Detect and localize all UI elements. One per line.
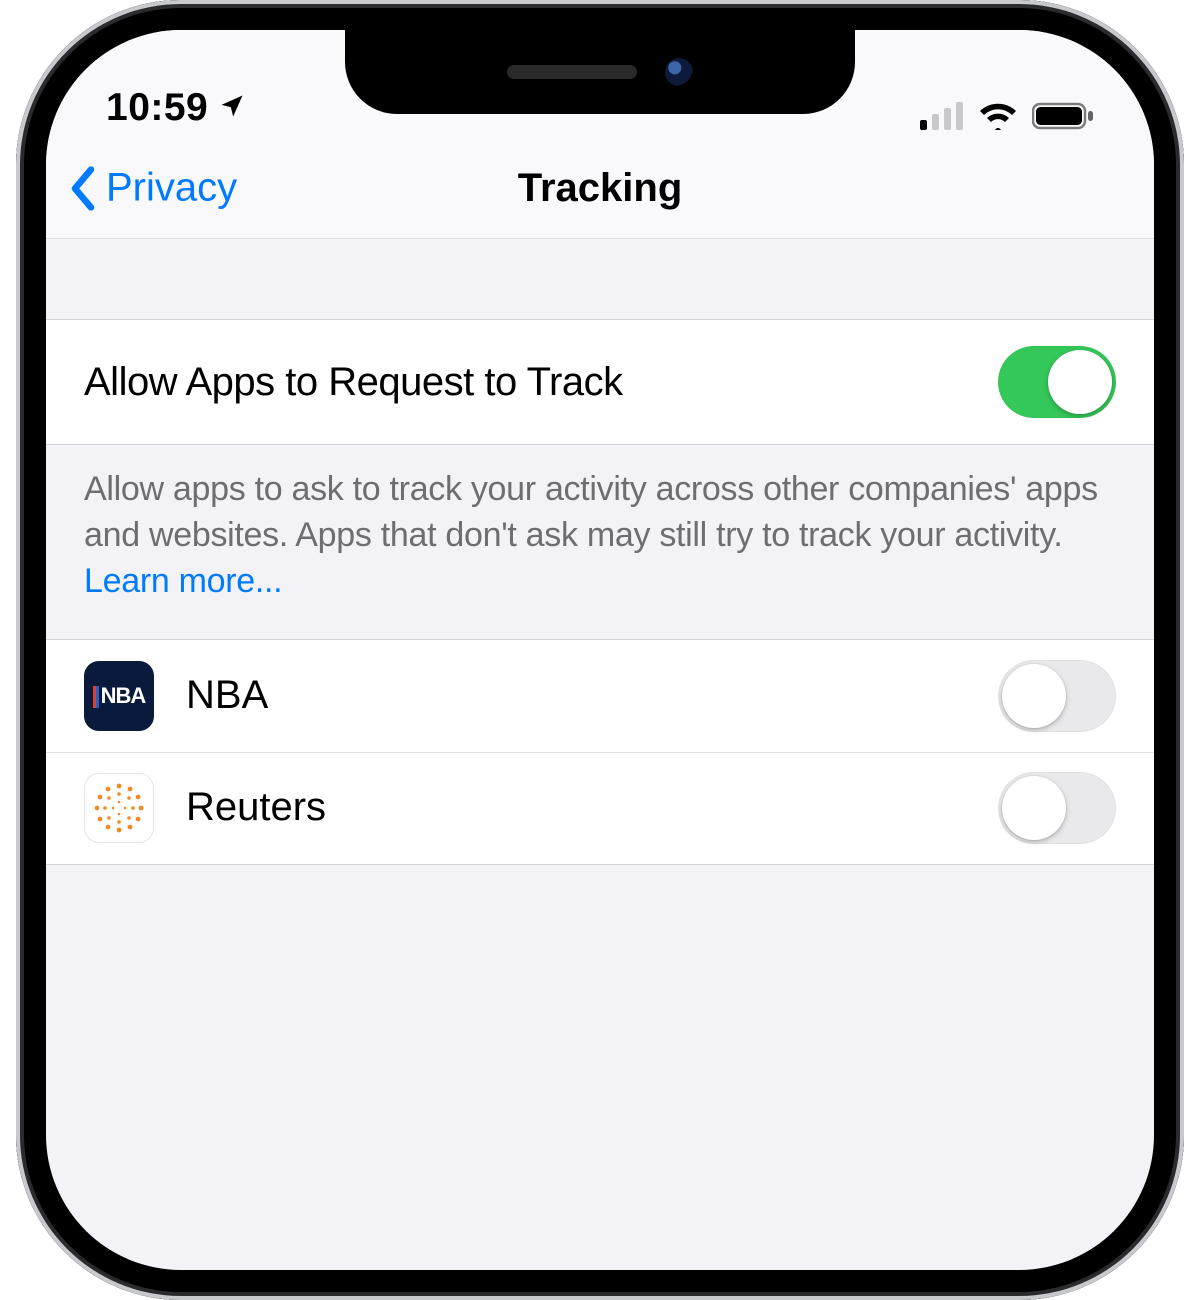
allow-tracking-row: Allow Apps to Request to Track	[46, 319, 1154, 445]
speaker-grille	[507, 65, 637, 79]
app-tracking-toggle-reuters[interactable]	[998, 772, 1116, 844]
location-arrow-icon	[218, 92, 246, 120]
allow-tracking-toggle[interactable]	[998, 346, 1116, 418]
status-left: 10:59	[106, 86, 246, 130]
toggle-knob	[1048, 350, 1112, 414]
app-icon-reuters	[84, 773, 154, 843]
footer-text: Allow apps to ask to track your activity…	[84, 470, 1098, 554]
front-camera	[665, 58, 693, 86]
notch	[345, 30, 855, 114]
page-title: Tracking	[518, 166, 683, 211]
device-frame: 10:59	[16, 0, 1184, 1300]
app-name-label: Reuters	[186, 785, 998, 830]
chevron-left-icon	[68, 166, 98, 210]
section-footer: Allow apps to ask to track your activity…	[46, 445, 1154, 639]
app-row-reuters: Reuters	[46, 752, 1154, 864]
back-label: Privacy	[106, 166, 237, 211]
allow-tracking-label: Allow Apps to Request to Track	[84, 360, 623, 405]
wifi-icon	[978, 102, 1018, 130]
battery-icon	[1032, 102, 1094, 130]
cellular-signal-icon	[920, 102, 964, 130]
learn-more-link[interactable]: Learn more...	[84, 562, 282, 600]
toggle-knob	[1002, 664, 1066, 728]
app-name-label: NBA	[186, 673, 998, 718]
app-tracking-toggle-nba[interactable]	[998, 660, 1116, 732]
screen: 10:59	[46, 30, 1154, 1270]
section-spacer	[46, 239, 1154, 319]
status-time: 10:59	[106, 86, 208, 130]
status-right	[920, 102, 1094, 130]
app-row-nba: NBA NBA	[46, 640, 1154, 752]
app-tracking-list: NBA NBA	[46, 639, 1154, 865]
navigation-bar: Privacy Tracking	[46, 138, 1154, 239]
app-icon-nba: NBA	[84, 661, 154, 731]
toggle-knob	[1002, 776, 1066, 840]
back-button[interactable]: Privacy	[68, 166, 237, 211]
